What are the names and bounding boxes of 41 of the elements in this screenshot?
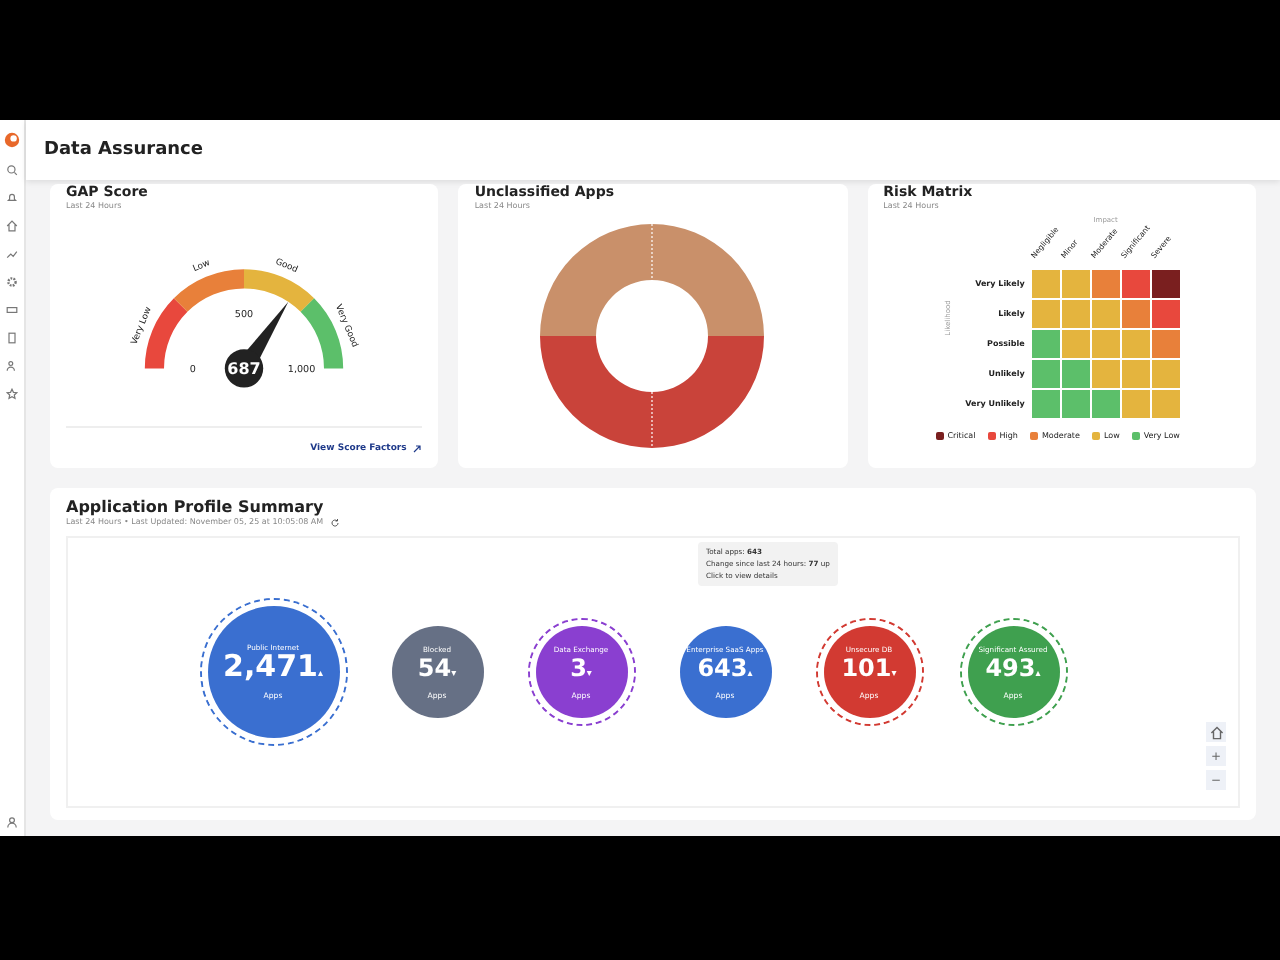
- chart-icon[interactable]: [6, 248, 18, 260]
- page-title: Data Assurance: [44, 140, 203, 160]
- matrix-cell[interactable]: [1091, 329, 1120, 357]
- matrix-cell[interactable]: [1151, 269, 1180, 297]
- matrix-cell[interactable]: [1151, 389, 1180, 417]
- matrix-cell[interactable]: [1061, 389, 1090, 417]
- matrix-cell[interactable]: [1151, 329, 1180, 357]
- matrix-cell[interactable]: [1031, 359, 1060, 387]
- matrix-cell[interactable]: [1091, 389, 1120, 417]
- matrix-cell[interactable]: [1121, 389, 1150, 417]
- matrix-cell[interactable]: [1061, 299, 1090, 327]
- refresh-icon[interactable]: [329, 517, 340, 527]
- matrix-cell[interactable]: [1061, 269, 1090, 297]
- matrix-cell[interactable]: [1061, 359, 1090, 387]
- search-icon[interactable]: [6, 164, 18, 176]
- matrix-cell[interactable]: [1031, 269, 1060, 297]
- matrix-cell[interactable]: [1121, 269, 1150, 297]
- user-icon[interactable]: [6, 816, 18, 828]
- matrix-cell[interactable]: [1091, 269, 1120, 297]
- matrix-cell[interactable]: [1121, 329, 1150, 357]
- matrix-cell[interactable]: [1151, 359, 1180, 387]
- matrix-cell[interactable]: [1031, 299, 1060, 327]
- needle-hub: [225, 349, 264, 388]
- doc-icon[interactable]: [6, 332, 18, 344]
- home-button[interactable]: [1206, 722, 1226, 742]
- matrix-cell[interactable]: [1151, 299, 1180, 327]
- home-icon[interactable]: [6, 220, 18, 232]
- gear-icon[interactable]: [6, 276, 18, 288]
- external-link-icon[interactable]: [412, 443, 423, 453]
- matrix-cell[interactable]: [1031, 389, 1060, 417]
- matrix-cell[interactable]: [1091, 359, 1120, 387]
- matrix-cell[interactable]: [1091, 299, 1120, 327]
- matrix-cell[interactable]: [1061, 329, 1090, 357]
- bell-icon[interactable]: [6, 192, 18, 204]
- matrix-cell[interactable]: [1031, 329, 1060, 357]
- matrix-cell[interactable]: [1121, 299, 1150, 327]
- star-icon[interactable]: [6, 388, 18, 400]
- matrix-cell[interactable]: [1121, 359, 1150, 387]
- users-icon[interactable]: [6, 360, 18, 372]
- section-title: Application Profile Summary: [66, 500, 326, 516]
- gauge-value: 687: [227, 360, 261, 378]
